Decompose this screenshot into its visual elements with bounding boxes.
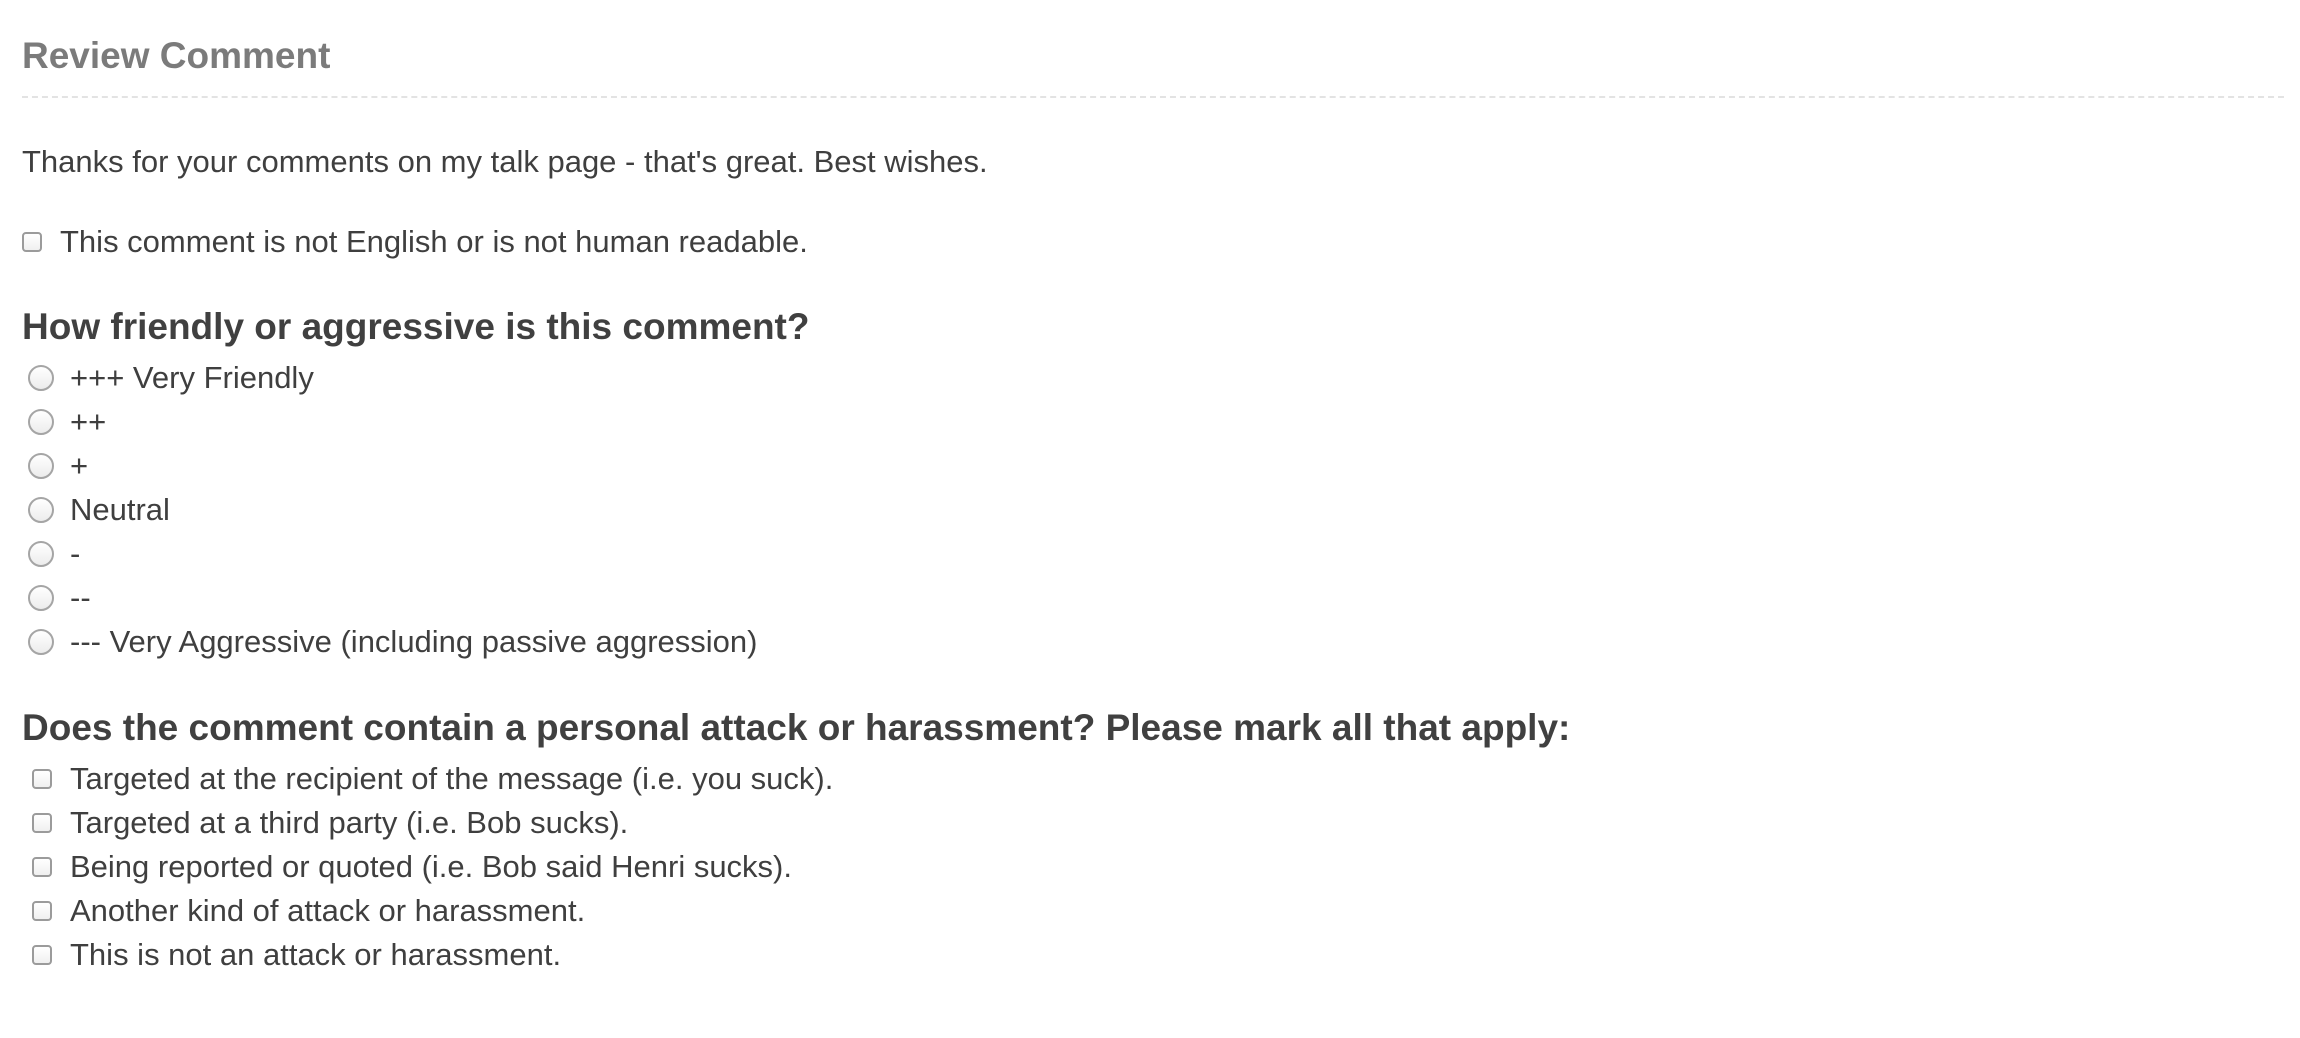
review-comment-form: Review Comment Thanks for your comments …: [0, 0, 2300, 1038]
attack-checkbox[interactable]: [32, 945, 52, 965]
page-title: Review Comment: [22, 35, 331, 76]
attack-option-reported-quoted[interactable]: Being reported or quoted (i.e. Bob said …: [32, 845, 792, 889]
attack-option-label[interactable]: This is not an attack or harassment.: [70, 933, 561, 977]
friendliness-option-label[interactable]: Neutral: [70, 488, 170, 532]
friendliness-option-minus-two[interactable]: --: [28, 576, 91, 620]
not-english-row[interactable]: This comment is not English or is not hu…: [22, 220, 808, 264]
friendliness-option-minus-one[interactable]: -: [28, 532, 80, 576]
attack-option-label[interactable]: Another kind of attack or harassment.: [70, 889, 585, 933]
friendliness-option-label[interactable]: --- Very Aggressive (including passive a…: [70, 620, 757, 664]
attack-option-recipient[interactable]: Targeted at the recipient of the message…: [32, 757, 833, 801]
attack-option-third-party[interactable]: Targeted at a third party (i.e. Bob suck…: [32, 801, 628, 845]
not-english-label[interactable]: This comment is not English or is not hu…: [60, 220, 808, 264]
friendliness-option-very-aggressive[interactable]: --- Very Aggressive (including passive a…: [28, 620, 757, 664]
friendliness-radio[interactable]: [28, 541, 54, 567]
friendliness-option-label[interactable]: +: [70, 444, 88, 488]
friendliness-option-plus-two[interactable]: ++: [28, 400, 106, 444]
attack-option-label[interactable]: Targeted at a third party (i.e. Bob suck…: [70, 801, 628, 845]
friendliness-option-label[interactable]: +++ Very Friendly: [70, 356, 314, 400]
friendliness-question: How friendly or aggressive is this comme…: [22, 306, 810, 347]
attack-option-other[interactable]: Another kind of attack or harassment.: [32, 889, 585, 933]
attack-checkbox[interactable]: [32, 901, 52, 921]
friendliness-option-label[interactable]: ++: [70, 400, 106, 444]
friendliness-radio[interactable]: [28, 453, 54, 479]
friendliness-option-plus-one[interactable]: +: [28, 444, 88, 488]
friendliness-option-label[interactable]: -: [70, 532, 80, 576]
comment-text: Thanks for your comments on my talk page…: [22, 144, 988, 179]
attack-option-not-attack[interactable]: This is not an attack or harassment.: [32, 933, 561, 977]
friendliness-option-label[interactable]: --: [70, 576, 91, 620]
attack-checkbox[interactable]: [32, 769, 52, 789]
friendliness-radio[interactable]: [28, 585, 54, 611]
friendliness-radio[interactable]: [28, 365, 54, 391]
friendliness-option-neutral[interactable]: Neutral: [28, 488, 170, 532]
friendliness-option-very-friendly[interactable]: +++ Very Friendly: [28, 356, 314, 400]
attack-option-label[interactable]: Being reported or quoted (i.e. Bob said …: [70, 845, 792, 889]
not-english-checkbox[interactable]: [22, 232, 42, 252]
friendliness-radio[interactable]: [28, 409, 54, 435]
friendliness-radio[interactable]: [28, 497, 54, 523]
attack-checkbox[interactable]: [32, 813, 52, 833]
attack-checkbox[interactable]: [32, 857, 52, 877]
attack-option-label[interactable]: Targeted at the recipient of the message…: [70, 757, 833, 801]
attack-question: Does the comment contain a personal atta…: [22, 707, 1571, 748]
friendliness-radio[interactable]: [28, 629, 54, 655]
title-divider: [22, 96, 2284, 98]
